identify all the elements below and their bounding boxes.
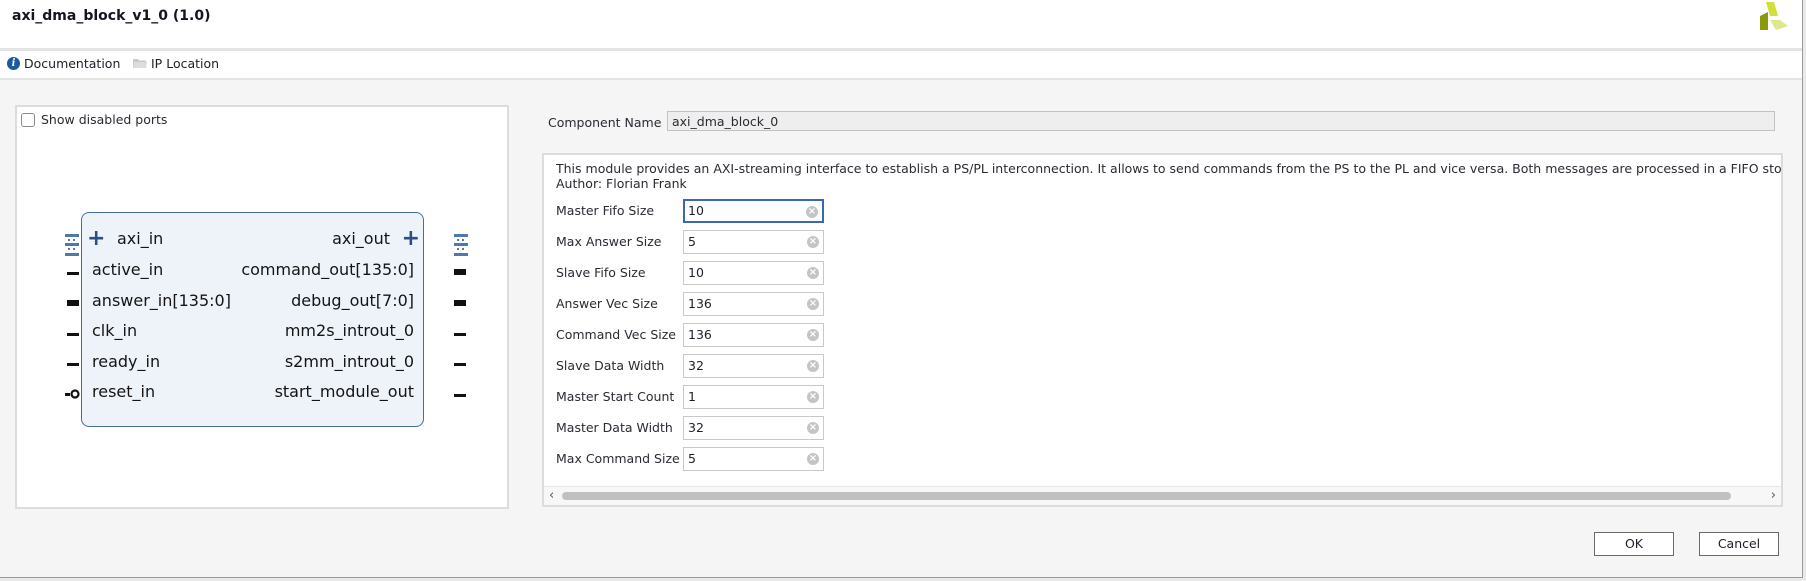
clear-icon[interactable]: × bbox=[807, 422, 819, 434]
expand-axi-in-icon[interactable]: + bbox=[87, 228, 105, 250]
clear-icon[interactable]: × bbox=[807, 329, 819, 341]
param-value: 10 bbox=[688, 203, 704, 218]
port-ready-in[interactable]: ready_in bbox=[92, 352, 160, 371]
pin-answer-in bbox=[67, 300, 79, 306]
ok-button[interactable]: OK bbox=[1594, 532, 1674, 556]
clear-icon[interactable]: × bbox=[807, 453, 819, 465]
xilinx-logo-icon bbox=[1760, 2, 1788, 30]
pin-start-module-out bbox=[454, 394, 466, 397]
max-command-size-input[interactable]: 5 × bbox=[683, 447, 824, 471]
port-s2mm-introut-0[interactable]: s2mm_introut_0 bbox=[285, 352, 414, 371]
master-fifo-size-input[interactable]: 10 × bbox=[683, 199, 824, 223]
port-answer-in[interactable]: answer_in[135:0] bbox=[92, 291, 231, 310]
cancel-button[interactable]: Cancel bbox=[1699, 532, 1779, 556]
max-answer-size-input[interactable]: 5 × bbox=[683, 230, 824, 254]
scroll-left-icon[interactable]: ‹ bbox=[549, 488, 554, 503]
pin-mm2s-introut-0 bbox=[454, 333, 466, 336]
show-disabled-ports-checkbox[interactable] bbox=[21, 112, 35, 127]
clear-icon[interactable]: × bbox=[807, 298, 819, 310]
param-label: Command Vec Size bbox=[556, 327, 676, 342]
port-axi-out[interactable]: axi_out bbox=[332, 229, 390, 248]
toolbar: i Documentation IP Location bbox=[0, 51, 1802, 80]
clear-icon[interactable]: × bbox=[807, 391, 819, 403]
pin-clk-in bbox=[67, 333, 79, 336]
component-name-label: Component Name bbox=[548, 115, 662, 130]
pin-command-out bbox=[454, 269, 466, 275]
pin-debug-out bbox=[454, 300, 466, 306]
parameters-panel: This module provides an AXI-streaming in… bbox=[542, 153, 1783, 507]
port-active-in[interactable]: active_in bbox=[92, 260, 163, 279]
param-value: 32 bbox=[688, 358, 704, 373]
component-name-field[interactable]: axi_dma_block_0 bbox=[667, 111, 1775, 131]
param-value: 32 bbox=[688, 420, 704, 435]
ip-customization-dialog: axi_dma_block_v1_0 (1.0) i Documentation… bbox=[0, 0, 1803, 578]
param-value: 136 bbox=[688, 327, 712, 342]
horizontal-scrollbar[interactable]: ‹ › bbox=[544, 486, 1781, 505]
show-disabled-ports-label: Show disabled ports bbox=[41, 112, 168, 127]
ip-location-button[interactable]: IP Location bbox=[133, 56, 219, 71]
param-value: 136 bbox=[688, 296, 712, 311]
documentation-button[interactable]: i Documentation bbox=[7, 56, 120, 71]
description-text: This module provides an AXI-streaming in… bbox=[556, 161, 1782, 176]
answer-vec-size-input[interactable]: 136 × bbox=[683, 292, 824, 316]
param-label: Master Data Width bbox=[556, 420, 673, 435]
param-value: 5 bbox=[688, 234, 696, 249]
author-text: Author: Florian Frank bbox=[556, 176, 687, 191]
expand-axi-out-icon[interactable]: + bbox=[402, 228, 420, 250]
scrollbar-thumb[interactable] bbox=[562, 492, 1731, 500]
axi-interface-out-icon bbox=[454, 234, 468, 256]
slave-data-width-input[interactable]: 32 × bbox=[683, 354, 824, 378]
pin-ready-in bbox=[67, 363, 79, 366]
ip-description: This module provides an AXI-streaming in… bbox=[556, 161, 1782, 191]
documentation-label: Documentation bbox=[24, 56, 121, 71]
show-disabled-ports-toggle[interactable]: Show disabled ports bbox=[21, 112, 167, 127]
folder-icon bbox=[133, 59, 147, 68]
port-mm2s-introut-0[interactable]: mm2s_introut_0 bbox=[285, 321, 414, 340]
command-vec-size-input[interactable]: 136 × bbox=[683, 323, 824, 347]
port-reset-in[interactable]: reset_in bbox=[92, 382, 155, 401]
param-label: Answer Vec Size bbox=[556, 296, 658, 311]
dialog-title: axi_dma_block_v1_0 (1.0) bbox=[12, 8, 211, 24]
param-label: Slave Fifo Size bbox=[556, 265, 646, 280]
port-debug-out[interactable]: debug_out[7:0] bbox=[291, 291, 414, 310]
ip-block-symbol: axi_in active_in answer_in[135:0] clk_in… bbox=[81, 212, 424, 427]
scroll-right-icon[interactable]: › bbox=[1771, 488, 1776, 503]
param-label: Master Fifo Size bbox=[556, 203, 655, 218]
ip-location-label: IP Location bbox=[151, 56, 220, 71]
pin-active-in bbox=[67, 272, 79, 275]
param-label: Slave Data Width bbox=[556, 358, 665, 373]
param-value: 10 bbox=[688, 265, 704, 280]
param-label: Max Answer Size bbox=[556, 234, 662, 249]
master-data-width-input[interactable]: 32 × bbox=[683, 416, 824, 440]
title-bar: axi_dma_block_v1_0 (1.0) bbox=[0, 0, 1802, 51]
param-value: 1 bbox=[688, 389, 696, 404]
port-command-out[interactable]: command_out[135:0] bbox=[241, 260, 414, 279]
pin-s2mm-introut-0 bbox=[454, 363, 466, 366]
clear-icon[interactable]: × bbox=[807, 236, 819, 248]
clear-icon[interactable]: × bbox=[807, 360, 819, 372]
port-axi-in[interactable]: axi_in bbox=[117, 229, 163, 248]
param-label: Master Start Count bbox=[556, 389, 675, 404]
param-value: 5 bbox=[688, 451, 696, 466]
master-start-count-input[interactable]: 1 × bbox=[683, 385, 824, 409]
pin-reset-in-inverted bbox=[65, 389, 80, 399]
axi-interface-in-icon bbox=[65, 234, 79, 256]
slave-fifo-size-input[interactable]: 10 × bbox=[683, 261, 824, 285]
port-start-module-out[interactable]: start_module_out bbox=[275, 382, 414, 401]
ip-symbol-panel: Show disabled ports axi_in active_in ans… bbox=[15, 105, 509, 509]
clear-icon[interactable]: × bbox=[806, 206, 818, 218]
param-label: Max Command Size bbox=[556, 451, 680, 466]
clear-icon[interactable]: × bbox=[807, 267, 819, 279]
info-icon: i bbox=[7, 57, 20, 70]
port-clk-in[interactable]: clk_in bbox=[92, 321, 137, 340]
